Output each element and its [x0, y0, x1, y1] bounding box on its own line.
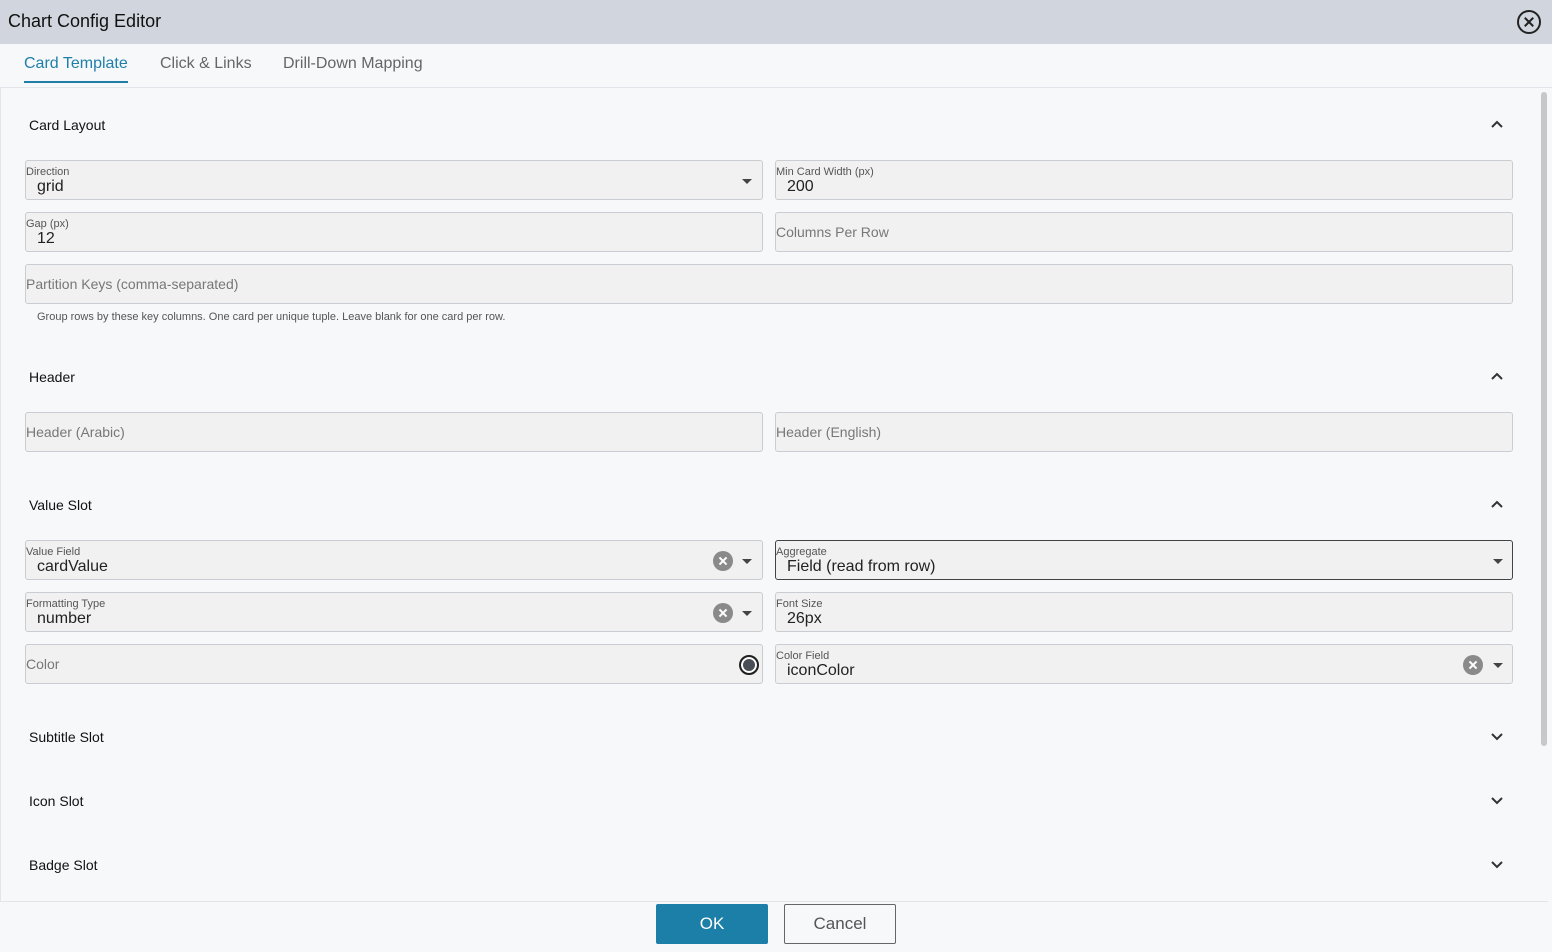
- gap-input[interactable]: Gap (px) 12: [25, 212, 763, 252]
- aggregate-value: Field (read from row): [787, 558, 936, 575]
- tab-click-links[interactable]: Click & Links: [160, 55, 252, 81]
- color-field-label: Color Field: [776, 650, 830, 662]
- chevron-down-icon[interactable]: [742, 611, 752, 616]
- value-field-label: Value Field: [26, 546, 81, 558]
- chevron-up-icon[interactable]: [1490, 369, 1504, 383]
- columns-per-row-placeholder: Columns Per Row: [776, 224, 889, 240]
- color-swatch-icon[interactable]: [739, 655, 759, 675]
- chevron-down-icon[interactable]: [1490, 793, 1504, 807]
- gap-label: Gap (px): [26, 218, 69, 230]
- section-title-value-slot: Value Slot: [29, 497, 92, 513]
- aggregate-select[interactable]: Aggregate Field (read from row): [775, 540, 1513, 580]
- color-input[interactable]: Color: [25, 644, 763, 684]
- chevron-down-icon[interactable]: [1493, 559, 1503, 564]
- chevron-down-icon[interactable]: [742, 559, 752, 564]
- section-title-icon-slot[interactable]: Icon Slot: [29, 793, 83, 809]
- chevron-down-icon[interactable]: [1490, 857, 1504, 871]
- partition-keys-placeholder: Partition Keys (comma-separated): [26, 276, 239, 292]
- chevron-up-icon[interactable]: [1490, 497, 1504, 511]
- font-size-value: 26px: [787, 610, 822, 627]
- header-arabic-input[interactable]: Header (Arabic): [25, 412, 763, 452]
- min-card-width-input[interactable]: Min Card Width (px) 200: [775, 160, 1513, 200]
- direction-label: Direction: [26, 166, 70, 178]
- chevron-down-icon[interactable]: [1493, 663, 1503, 668]
- section-title-badge-slot[interactable]: Badge Slot: [29, 857, 98, 873]
- close-icon[interactable]: [1517, 10, 1541, 34]
- vertical-scrollbar[interactable]: [1541, 92, 1547, 746]
- color-field-value: iconColor: [787, 662, 855, 679]
- header-english-input[interactable]: Header (English): [775, 412, 1513, 452]
- formatting-type-label: Formatting Type: [26, 598, 106, 610]
- partition-keys-input[interactable]: Partition Keys (comma-separated): [25, 264, 1513, 304]
- font-size-label: Font Size: [776, 598, 823, 610]
- section-title-card-layout: Card Layout: [29, 117, 106, 133]
- clear-icon[interactable]: [713, 603, 733, 623]
- aggregate-label: Aggregate: [776, 546, 827, 558]
- header-arabic-placeholder: Header (Arabic): [26, 424, 125, 440]
- tab-bar: Card Template Click & Links Drill-Down M…: [0, 44, 1552, 88]
- content-panel: [0, 88, 1548, 902]
- section-title-header: Header: [29, 369, 75, 385]
- header-english-placeholder: Header (English): [776, 424, 882, 440]
- columns-per-row-input[interactable]: Columns Per Row: [775, 212, 1513, 252]
- color-field-select[interactable]: Color Field iconColor: [775, 644, 1513, 684]
- clear-icon[interactable]: [1463, 655, 1483, 675]
- font-size-input[interactable]: Font Size 26px: [775, 592, 1513, 632]
- gap-value: 12: [37, 230, 55, 247]
- color-placeholder: Color: [26, 656, 60, 672]
- min-card-width-label: Min Card Width (px): [776, 166, 874, 178]
- partition-keys-helper-text: Group rows by these key columns. One car…: [37, 311, 506, 323]
- tab-drill-down-mapping[interactable]: Drill-Down Mapping: [283, 55, 423, 81]
- min-card-width-value: 200: [787, 178, 814, 195]
- clear-icon[interactable]: [713, 551, 733, 571]
- value-field-value: cardValue: [37, 558, 108, 575]
- cancel-button[interactable]: Cancel: [784, 904, 896, 944]
- ok-button[interactable]: OK: [656, 904, 768, 944]
- chevron-up-icon[interactable]: [1490, 117, 1504, 131]
- title-bar: Chart Config Editor: [0, 0, 1552, 44]
- tab-card-template[interactable]: Card Template: [24, 55, 128, 83]
- value-field-select[interactable]: Value Field cardValue: [25, 540, 763, 580]
- section-title-subtitle-slot[interactable]: Subtitle Slot: [29, 729, 104, 745]
- formatting-type-value: number: [37, 610, 92, 627]
- chevron-down-icon[interactable]: [742, 179, 752, 184]
- dialog-title: Chart Config Editor: [8, 11, 162, 31]
- direction-select[interactable]: Direction grid: [25, 160, 763, 200]
- chevron-down-icon[interactable]: [1490, 729, 1504, 743]
- formatting-type-select[interactable]: Formatting Type number: [25, 592, 763, 632]
- direction-value: grid: [37, 178, 64, 195]
